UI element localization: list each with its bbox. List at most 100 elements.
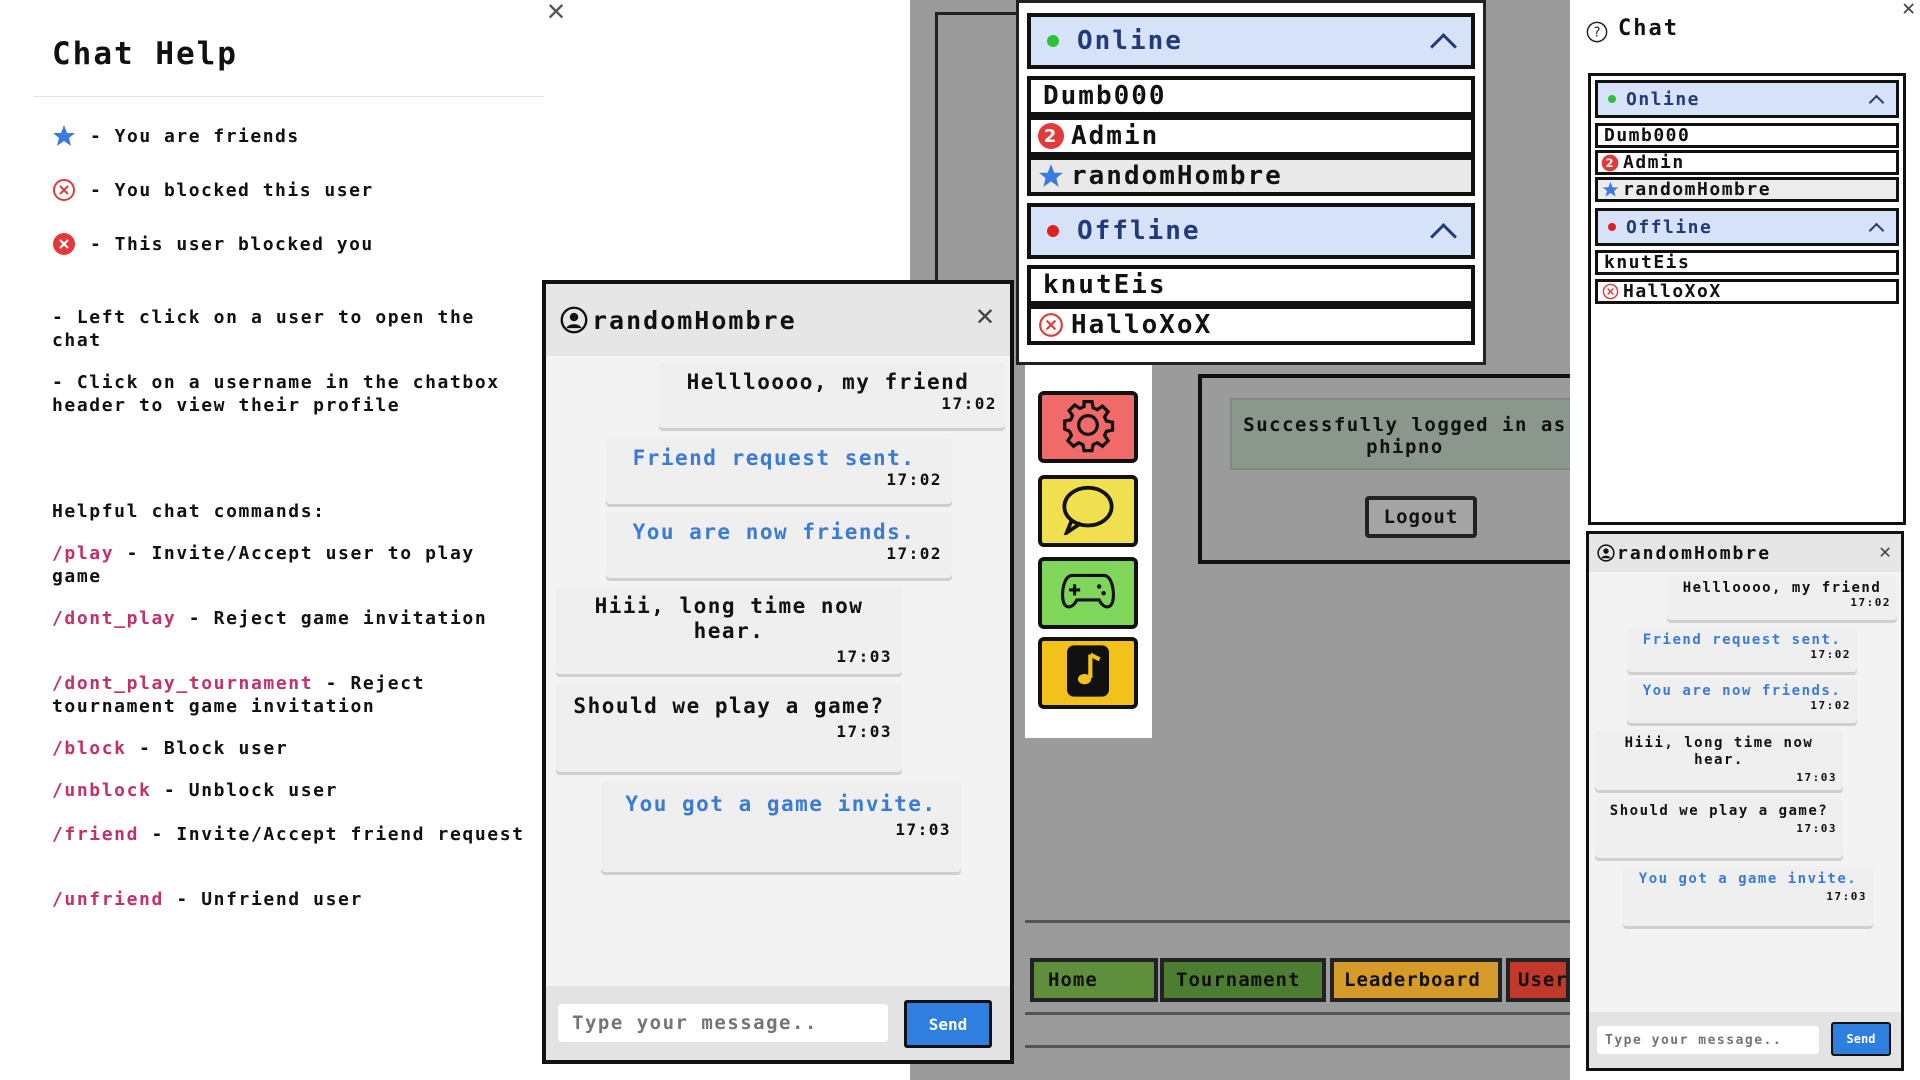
user-item-halloxox[interactable]: HalloXoX <box>1595 279 1899 304</box>
message-time: 17:02 <box>941 394 997 413</box>
user-name: HalloXoX <box>1071 310 1213 340</box>
chat-help-panel: Chat Help - You are friends - You blocke… <box>0 0 560 1080</box>
user-item-randomhombre[interactable]: randomHombre <box>1595 177 1899 202</box>
online-group-header[interactable]: Online <box>1027 13 1475 69</box>
chat-messages: Hellloooo, my friend 17:02 Friend reques… <box>546 356 1010 986</box>
user-item-halloxox[interactable]: HalloXoX <box>1027 305 1475 345</box>
user-item-randomhombre[interactable]: randomHombre <box>1027 156 1475 196</box>
nav-user[interactable]: User <box>1506 958 1570 1002</box>
command-desc: - Reject game invitation <box>176 608 488 629</box>
user-item-admin[interactable]: 2 Admin <box>1595 150 1899 175</box>
frame-line <box>935 12 1018 280</box>
user-name: HalloXoX <box>1623 281 1722 302</box>
online-dot-icon <box>1047 35 1059 47</box>
legend-text: - You are friends <box>90 125 300 147</box>
system-message: You are now friends. 17:02 <box>606 512 952 578</box>
help-close-button[interactable]: ✕ <box>547 0 565 26</box>
user-name: Admin <box>1071 121 1160 151</box>
user-item-dumb000[interactable]: Dumb000 <box>1595 123 1899 148</box>
offline-group-header[interactable]: Offline <box>1027 203 1475 259</box>
message-time: 17:02 <box>1850 596 1891 609</box>
chat-header: randomHombre ✕ <box>1589 534 1901 572</box>
settings-app-button[interactable] <box>1038 391 1138 463</box>
legend-you-blocked: - You blocked this user <box>52 178 374 202</box>
game-app-button[interactable] <box>1038 557 1138 629</box>
chat-close-button[interactable]: ✕ <box>1879 539 1893 563</box>
chat-close-button[interactable]: ✕ <box>976 298 996 333</box>
chat-input-bar: Send <box>1589 1012 1901 1068</box>
nav-tournament[interactable]: Tournament <box>1160 958 1326 1002</box>
nav-leaderboard[interactable]: Leaderboard <box>1330 958 1502 1002</box>
nav-line <box>1025 1045 1570 1048</box>
star-icon <box>52 124 76 148</box>
user-name: randomHombre <box>1071 161 1283 191</box>
message-text: Hiii, long time now hear. <box>1624 735 1814 768</box>
chat-window: randomHombre ✕ Hellloooo, my friend 17:0… <box>1586 531 1904 1071</box>
message-time: 17:03 <box>1796 822 1837 835</box>
system-message: Friend request sent. 17:02 <box>606 438 952 504</box>
message-time: 17:03 <box>1826 890 1867 903</box>
online-group-header[interactable]: Online <box>1595 80 1899 118</box>
help-icon[interactable]: ? <box>1586 21 1608 43</box>
command-name: /unfriend <box>52 889 164 910</box>
chat-messages: Hellloooo, my friend 17:02 Friend reques… <box>1589 572 1901 1012</box>
gear-icon <box>1060 397 1116 457</box>
send-button[interactable]: Send <box>1831 1022 1891 1056</box>
message-time: 17:02 <box>886 544 942 563</box>
chat-app-button[interactable] <box>1038 475 1138 547</box>
user-item-knuteis[interactable]: knutEis <box>1595 250 1899 275</box>
unread-badge-icon: 2 <box>1601 154 1619 172</box>
message-input[interactable] <box>1597 1026 1819 1054</box>
chat-bubble-icon <box>1059 483 1117 539</box>
user-name: randomHombre <box>1623 179 1772 200</box>
blocked-outline-icon <box>1037 311 1065 339</box>
chat-input-bar: Send <box>546 986 1010 1060</box>
online-dot-icon <box>1608 95 1616 103</box>
message-text: You got a game invite. <box>1638 871 1858 887</box>
message-text: You got a game invite. <box>625 792 937 816</box>
message-input[interactable] <box>558 1004 888 1042</box>
command-dont-play: /dont_play - Reject game invitation <box>52 607 532 630</box>
message-bubble: Hellloooo, my friend 17:02 <box>659 362 1005 428</box>
chevron-up-icon <box>1868 94 1885 111</box>
unread-count: 2 <box>1044 126 1059 147</box>
chat-username[interactable]: randomHombre <box>1617 543 1771 564</box>
chat-panel-close-button[interactable]: ✕ <box>1902 0 1915 21</box>
logout-button[interactable]: Logout <box>1365 496 1477 538</box>
message-time: 17:03 <box>895 820 951 839</box>
user-avatar-icon <box>560 306 588 334</box>
chevron-up-icon <box>1430 33 1457 60</box>
message-text: Hellloooo, my friend <box>1682 580 1882 596</box>
command-friend: /friend - Invite/Accept friend request <box>52 823 532 846</box>
message-bubble: Should we play a game? 17:03 <box>556 684 902 772</box>
message-text: Friend request sent. <box>632 446 916 470</box>
command-desc: - Unfriend user <box>163 889 363 910</box>
chat-username[interactable]: randomHombre <box>592 306 797 335</box>
music-app-button[interactable] <box>1038 637 1138 709</box>
message-bubble: Should we play a game? 17:03 <box>1595 798 1843 858</box>
online-label: Online <box>1626 88 1701 110</box>
legend-friends: - You are friends <box>52 124 300 148</box>
user-item-dumb000[interactable]: Dumb000 <box>1027 76 1475 116</box>
message-time: 17:02 <box>886 470 942 489</box>
message-bubble: Hiii, long time now hear. 17:03 <box>1595 730 1843 790</box>
send-button[interactable]: Send <box>904 1000 992 1048</box>
command-desc: - Block user <box>126 738 289 759</box>
user-name: Admin <box>1623 152 1685 173</box>
nav-line <box>1025 1012 1570 1015</box>
user-item-admin[interactable]: 2 Admin <box>1027 116 1475 156</box>
system-message: Friend request sent. 17:02 <box>1627 628 1857 672</box>
login-status-message: Successfully logged in as phipno <box>1230 398 1580 470</box>
legend-text: - This user blocked you <box>90 233 374 255</box>
chat-header: randomHombre ✕ <box>546 284 1010 356</box>
message-time: 17:03 <box>836 722 892 741</box>
offline-label: Offline <box>1626 216 1713 238</box>
command-block: /block - Block user <box>52 737 532 760</box>
message-bubble: Hiii, long time now hear. 17:03 <box>556 586 902 674</box>
user-item-knuteis[interactable]: knutEis <box>1027 265 1475 305</box>
command-name: /play <box>52 543 115 564</box>
offline-group-header[interactable]: Offline <box>1595 208 1899 246</box>
star-icon <box>1601 181 1619 199</box>
nav-home[interactable]: Home <box>1030 958 1158 1002</box>
message-time: 17:03 <box>1796 771 1837 784</box>
